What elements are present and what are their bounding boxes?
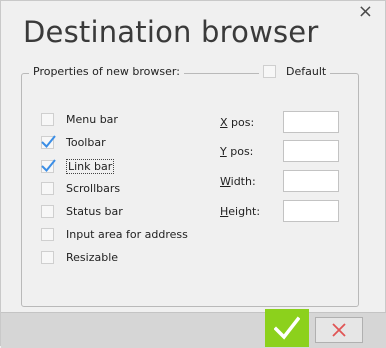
cross-icon <box>332 323 346 337</box>
x-pos-input[interactable] <box>283 111 339 133</box>
dialog-window: × Destination browser Properties of new … <box>0 0 386 348</box>
option-label: Toolbar <box>66 136 106 149</box>
x-pos-label: X pos: <box>220 116 255 129</box>
default-checkbox[interactable] <box>263 65 276 78</box>
checkmark-icon <box>274 316 300 340</box>
ok-button[interactable] <box>265 309 309 347</box>
cancel-button[interactable] <box>315 317 363 343</box>
checkmark-icon <box>41 135 56 148</box>
option-status-bar[interactable]: Status bar <box>41 205 123 218</box>
dialog-title: Destination browser <box>23 15 319 49</box>
option-checkbox[interactable] <box>41 205 54 218</box>
option-input-area[interactable]: Input area for address <box>41 228 188 241</box>
option-checkbox[interactable] <box>41 228 54 241</box>
option-checkbox[interactable] <box>41 251 54 264</box>
width-label: Width: <box>220 175 256 188</box>
default-label: Default <box>286 65 327 78</box>
option-checkbox[interactable] <box>41 113 54 126</box>
option-link-bar[interactable]: Link bar <box>41 159 115 174</box>
y-pos-input[interactable] <box>283 140 339 162</box>
close-icon[interactable]: × <box>358 3 373 21</box>
checkmark-icon <box>41 159 56 172</box>
y-pos-label: Y pos: <box>220 145 254 158</box>
option-menu-bar[interactable]: Menu bar <box>41 113 118 126</box>
option-label: Input area for address <box>66 228 188 241</box>
default-checkbox-row[interactable]: Default <box>259 65 331 78</box>
option-resizable[interactable]: Resizable <box>41 251 118 264</box>
option-label: Resizable <box>66 251 119 264</box>
option-scrollbars[interactable]: Scrollbars <box>41 182 120 195</box>
height-input[interactable] <box>283 200 339 222</box>
option-label: Menu bar <box>66 113 118 126</box>
width-input[interactable] <box>283 170 339 192</box>
group-label: Properties of new browser: <box>29 65 184 78</box>
option-toolbar[interactable]: Toolbar <box>41 135 106 149</box>
option-checkbox[interactable] <box>41 135 56 149</box>
height-label: Height: <box>220 205 261 218</box>
option-checkbox[interactable] <box>41 159 56 173</box>
option-label: Status bar <box>66 205 123 218</box>
option-label: Link bar <box>66 159 115 174</box>
option-label: Scrollbars <box>66 182 121 195</box>
option-checkbox[interactable] <box>41 182 54 195</box>
